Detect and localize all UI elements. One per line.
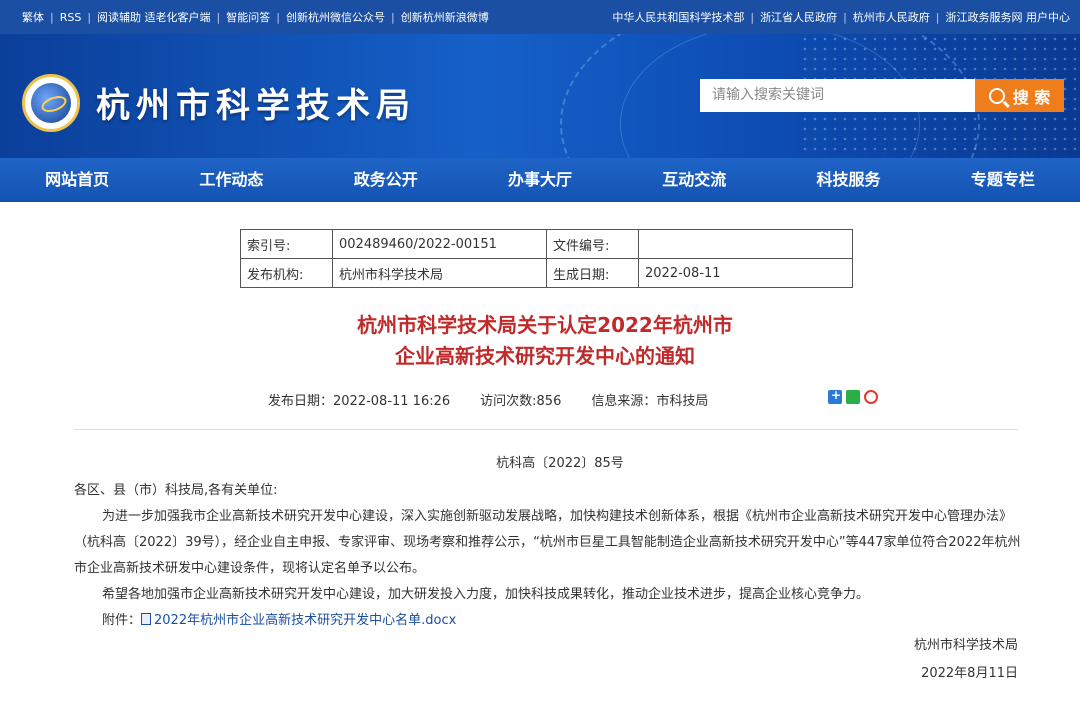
signer: 杭州市科学技术局 — [913, 638, 1018, 653]
org-value: 杭州市科学技术局 — [332, 258, 547, 288]
agency-logo-icon[interactable] — [22, 74, 80, 132]
paragraph-2: 希望各地加强市企业高新技术研究开发中心建设，加大研发投入力度，加快科技成果转化，… — [102, 587, 870, 602]
nav-tech-service[interactable]: 科技服务 — [771, 158, 925, 202]
header-banner: 杭州市科学技术局 请输入搜索关键词 搜 索 — [0, 34, 1080, 158]
article-info: 发布日期：2022-08-11 16:26 访问次数:856 信息来源：市科技局 — [268, 390, 708, 409]
date-label: 生成日期: — [546, 258, 639, 288]
publish-date: 发布日期：2022-08-11 16:26 — [268, 394, 451, 409]
site-title[interactable]: 杭州市科学技术局 — [96, 78, 416, 127]
nav-home[interactable]: 网站首页 — [0, 158, 154, 202]
org-label: 发布机构: — [240, 258, 333, 288]
index-value: 002489460/2022-00151 — [332, 229, 547, 259]
docnum-value — [638, 229, 853, 259]
link-most[interactable]: 中华人民共和国科学技术部 — [612, 9, 744, 25]
document-meta-table: 索引号: 002489460/2022-00151 文件编号: 发布机构: 杭州… — [240, 229, 853, 288]
link-hz-gov[interactable]: 杭州市人民政府 — [853, 9, 930, 25]
nav-interaction[interactable]: 互动交流 — [617, 158, 771, 202]
divider — [74, 429, 1018, 430]
search-button[interactable]: 搜 索 — [975, 79, 1064, 112]
wechat-icon[interactable] — [846, 390, 860, 404]
nav-work-news[interactable]: 工作动态 — [154, 158, 308, 202]
link-qa[interactable]: 智能问答 — [226, 9, 270, 25]
article-title: 杭州市科学技术局关于认定2022年杭州市 企业高新技术研究开发中心的通知 — [0, 310, 1080, 372]
nav-service-hall[interactable]: 办事大厅 — [463, 158, 617, 202]
attachment-line: 附件： 2022年杭州市企业高新技术研究开发中心名单.docx — [74, 608, 1024, 634]
link-accessibility[interactable]: 阅读辅助 适老化客户端 — [97, 9, 211, 25]
signature-block: 杭州市科学技术局 2022年8月11日 — [914, 632, 1018, 688]
nav-topics[interactable]: 专题专栏 — [926, 158, 1080, 202]
search-input[interactable]: 请输入搜索关键词 — [700, 79, 976, 112]
top-utility-bar: 繁体 | RSS | 阅读辅助 适老化客户端 | 智能问答 | 创新杭州微信公众号 | 创… — [0, 0, 1080, 34]
top-links-right: 中华人民共和国科学技术部 | 浙江省人民政府 | 杭州市人民政府 | 浙江政务服务网 … — [612, 9, 1071, 25]
attachment-link[interactable]: 2022年杭州市企业高新技术研究开发中心名单.docx — [154, 613, 456, 628]
docnum-label: 文件编号: — [546, 229, 639, 259]
paragraph-1: 为进一步加强我市企业高新技术研究开发中心建设，深入实施创新驱动发展战略，加快构建… — [74, 509, 1021, 576]
index-label: 索引号: — [240, 229, 333, 259]
search-icon — [988, 87, 1005, 104]
link-zj-service[interactable]: 浙江政务服务网 用户中心 — [946, 9, 1071, 25]
link-rss[interactable]: RSS — [60, 11, 82, 24]
nav-gov-affairs[interactable]: 政务公开 — [309, 158, 463, 202]
link-weibo[interactable]: 创新杭州新浪微博 — [401, 9, 489, 25]
article-title-line2: 企业高新技术研究开发中心的通知 — [395, 344, 695, 368]
share-plus-icon[interactable] — [828, 388, 842, 404]
article-title-line1: 杭州市科学技术局关于认定2022年杭州市 — [357, 313, 733, 337]
link-wechat[interactable]: 创新杭州微信公众号 — [286, 9, 385, 25]
weibo-icon[interactable] — [864, 390, 878, 404]
date-value: 2022-08-11 — [638, 258, 853, 288]
salutation: 各区、县（市）科技局,各有关单位: — [74, 483, 278, 498]
link-zj-gov[interactable]: 浙江省人民政府 — [760, 9, 837, 25]
document-icon — [141, 613, 152, 625]
main-nav: 网站首页 工作动态 政务公开 办事大厅 互动交流 科技服务 专题专栏 — [0, 158, 1080, 202]
doc-number: 杭科高〔2022〕85号 — [496, 456, 624, 471]
link-traditional[interactable]: 繁体 — [22, 9, 44, 25]
sign-date: 2022年8月11日 — [921, 666, 1018, 681]
attachment-label: 附件： — [102, 613, 142, 628]
info-source: 信息来源：市科技局 — [591, 394, 709, 409]
article-body: 各区、县（市）科技局,各有关单位: 为进一步加强我市企业高新技术研究开发中心建设… — [74, 478, 1024, 634]
top-links-left: 繁体 | RSS | 阅读辅助 适老化客户端 | 智能问答 | 创新杭州微信公众号 | 创… — [22, 9, 489, 25]
search-button-label: 搜 索 — [1012, 87, 1051, 107]
share-buttons — [828, 388, 878, 404]
visit-count: 访问次数:856 — [480, 394, 562, 409]
